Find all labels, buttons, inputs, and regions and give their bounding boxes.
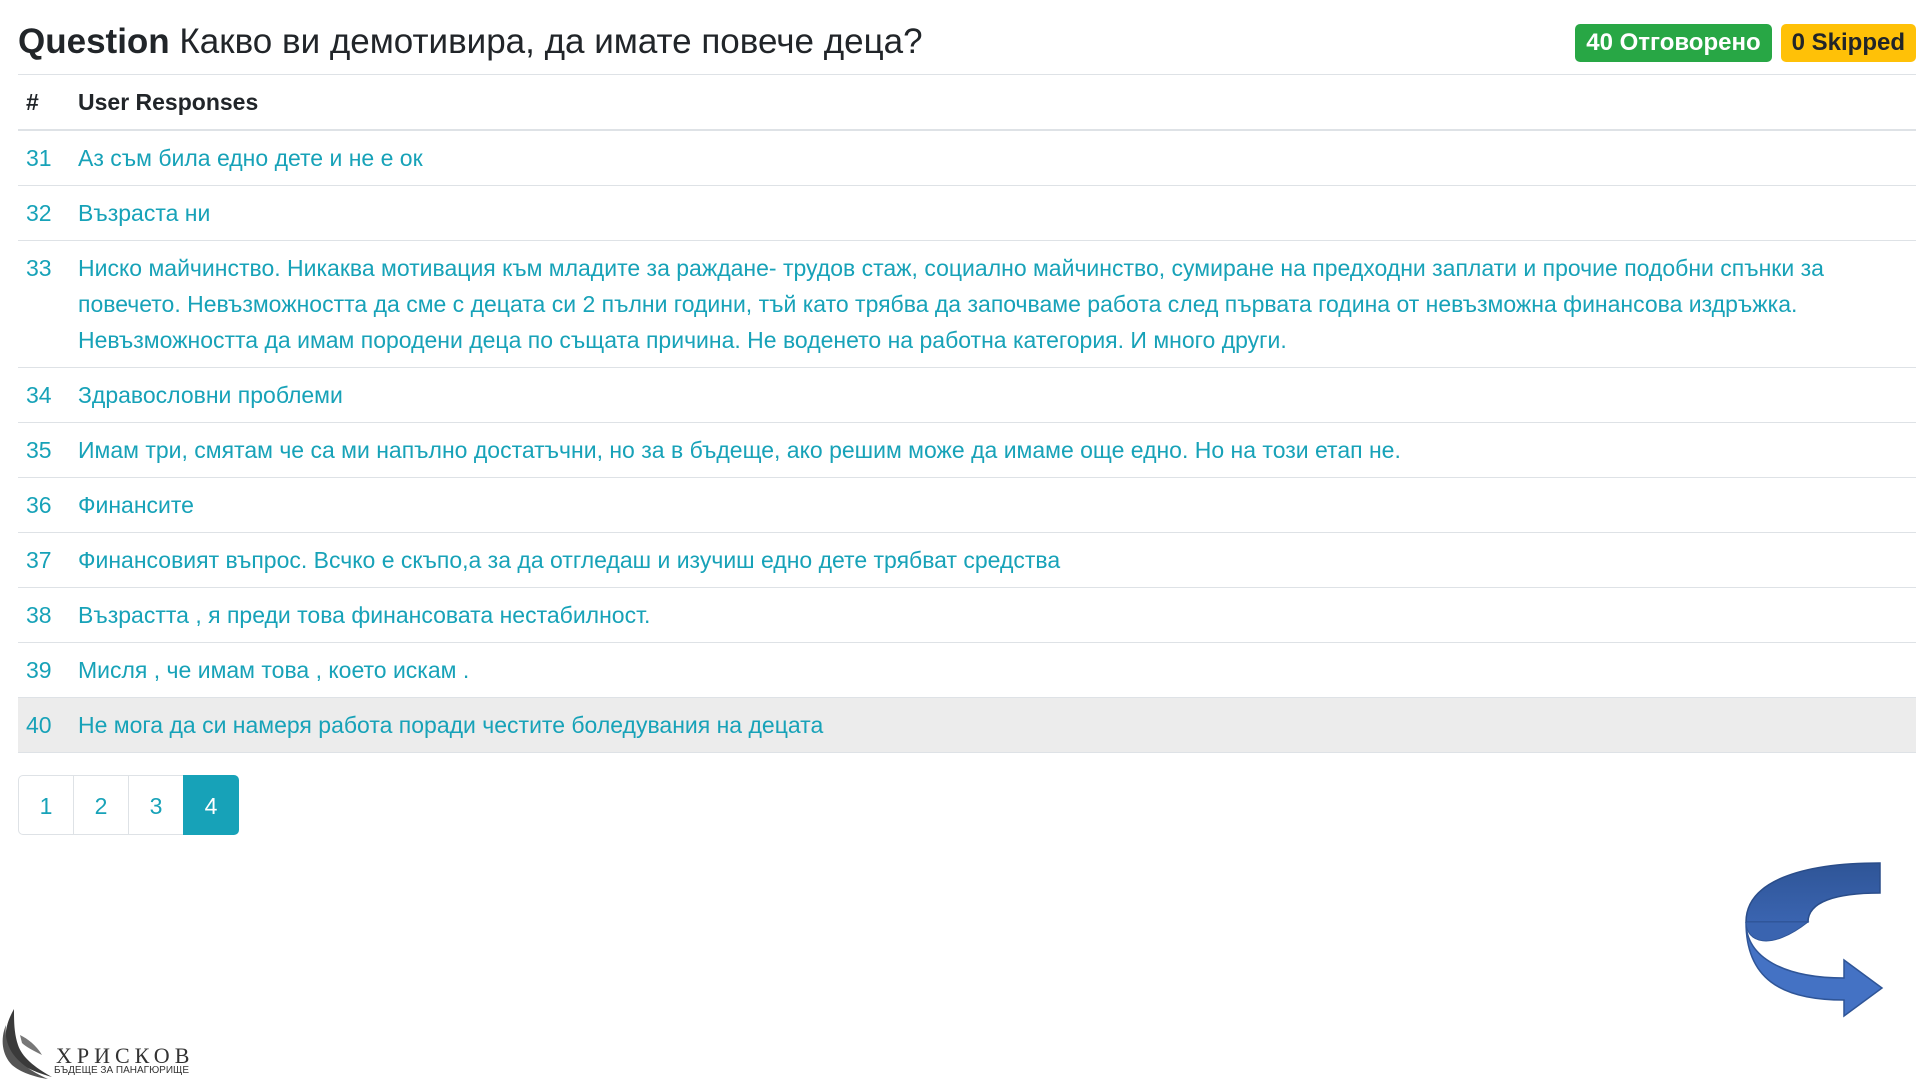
row-response: Здравословни проблеми (70, 367, 1916, 423)
table-row: 39 Мисля , че имам това , което искам . (18, 642, 1916, 698)
column-header-responses: User Responses (70, 74, 1916, 131)
question-label: Question (18, 22, 170, 61)
table-row: 32 Възраста ни (18, 185, 1916, 241)
row-response: Финансите (70, 477, 1916, 533)
row-number: 34 (18, 367, 70, 423)
skipped-badge: 0 Skipped (1780, 24, 1916, 62)
row-response: Възраста ни (70, 185, 1916, 241)
row-number: 38 (18, 587, 70, 643)
table-row: 38 Възрастта , я преди това финансовата … (18, 587, 1916, 643)
row-response: Възрастта , я преди това финансовата нес… (70, 587, 1916, 643)
page-link-4-current[interactable]: 4 (183, 775, 239, 835)
question-text: Какво ви демотивира, да имате повече дец… (179, 22, 923, 61)
row-number: 33 (18, 240, 70, 368)
row-number: 36 (18, 477, 70, 533)
curved-arrow-icon[interactable] (1740, 860, 1890, 1020)
row-response: Имам три, смятам че са ми напълно достат… (70, 422, 1916, 478)
question-title: Question Какво ви демотивира, да имате п… (18, 20, 923, 64)
row-number: 40 (18, 697, 70, 753)
table-row: 36 Финансите (18, 477, 1916, 533)
bird-wing-logo (2, 1009, 52, 1079)
page-link-3[interactable]: 3 (128, 775, 184, 835)
column-header-number: # (18, 74, 70, 131)
status-badges: 40 Отговорено 0 Skipped (1575, 24, 1916, 62)
table-row: 34 Здравословни проблеми (18, 367, 1916, 423)
row-response: Не мога да си намеря работа поради чести… (70, 697, 1916, 753)
table-row-highlighted: 40 Не мога да си намеря работа поради че… (18, 697, 1916, 753)
row-response: Мисля , че имам това , което искам . (70, 642, 1916, 698)
pagination: 1 2 3 4 (18, 775, 239, 835)
row-number: 32 (18, 185, 70, 241)
row-number: 35 (18, 422, 70, 478)
table-row: 31 Аз съм била едно дете и не е ок (18, 130, 1916, 186)
page-link-2[interactable]: 2 (73, 775, 129, 835)
table-row: 35 Имам три, смятам че са ми напълно дос… (18, 422, 1916, 478)
question-header: Question Какво ви демотивира, да имате п… (18, 14, 1916, 72)
answered-badge: 40 Отговорено (1575, 24, 1772, 62)
page-link-1[interactable]: 1 (18, 775, 74, 835)
row-number: 39 (18, 642, 70, 698)
responses-table: # User Responses 31 Аз съм била едно дет… (18, 74, 1916, 753)
logo-tagline: БЪДЕЩЕ ЗА ПАНАГЮРИЩЕ (54, 1065, 190, 1076)
row-response: Аз съм била едно дете и не е ок (70, 130, 1916, 186)
row-number: 31 (18, 130, 70, 186)
table-header-row: # User Responses (18, 74, 1916, 131)
row-response: Ниско майчинство. Никаква мотивация към … (70, 240, 1916, 368)
table-row: 33 Ниско майчинство. Никаква мотивация к… (18, 240, 1916, 368)
row-number: 37 (18, 532, 70, 588)
table-row: 37 Финансовият въпрос. Всчко е скъпо,а з… (18, 532, 1916, 588)
row-response: Финансовият въпрос. Всчко е скъпо,а за д… (70, 532, 1916, 588)
logo: ХРИСКОВ БЪДЕЩЕ ЗА ПАНАГЮРИЩЕ (0, 1005, 200, 1080)
